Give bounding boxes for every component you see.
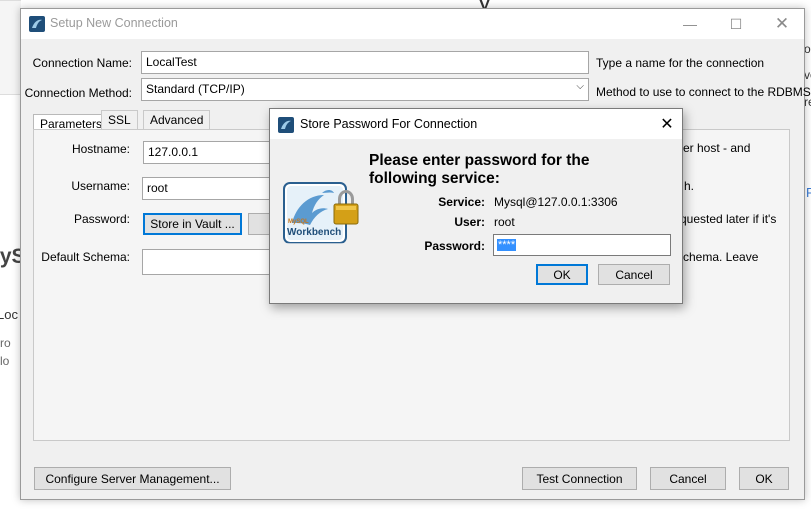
tab-ssl[interactable]: SSL [101,110,138,129]
service-label: Service: [438,195,485,209]
bg-right-fragment-1: o [804,42,811,56]
password-hint: quested later if it's [680,212,777,226]
user-value: root [494,215,515,229]
connection-name-input[interactable]: LocalTest [141,51,589,74]
password-input-value: **** [497,239,517,251]
password-prompt-line-1: Please enter password for the [369,152,590,169]
workbench-lock-logo: MySQL Workbench [282,179,359,259]
password-prompt-heading: Please enter password for the following … [369,152,590,188]
bg-connection-tile[interactable] [0,0,21,95]
dialog-title: Setup New Connection [50,16,178,30]
password-ok-button[interactable]: OK [536,264,588,285]
connection-name-hint: Type a name for the connection [596,56,765,70]
connection-method-label: Connection Method: [24,86,132,100]
connection-method-value: Standard (TCP/IP) [146,82,245,96]
bg-tile-user-fragment: ro [0,336,11,350]
connection-name-label: Connection Name: [32,56,132,70]
test-connection-button[interactable]: Test Connection [522,467,637,490]
logo-workbench-text: Workbench [287,227,342,238]
username-label: Username: [71,179,130,193]
store-password-dialog: Store Password For Connection ✕ MySQL Wo… [269,108,683,304]
bg-right-link-fragment[interactable]: F [806,185,811,200]
hostname-label: Hostname: [71,142,130,156]
maximize-icon[interactable]: ☐ [713,9,759,39]
user-label: User: [454,215,485,229]
connection-method-hint: Method to use to connect to the RDBMS [596,85,811,99]
connection-method-select[interactable]: Standard (TCP/IP) ⌵ [141,78,589,101]
password-dialog-title: Store Password For Connection [300,117,478,131]
password-dialog-titlebar: Store Password For Connection ✕ [270,109,682,139]
bg-right-fragment-2: ve [804,68,811,82]
minimize-icon[interactable]: — [667,9,713,39]
ok-button[interactable]: OK [739,467,789,490]
password-field-label: Password: [424,239,485,253]
workbench-app-icon [29,16,45,32]
hostname-input[interactable]: 127.0.0.1 [143,141,283,164]
password-prompt-line-2: following service: [369,170,500,187]
service-value: Mysql@127.0.0.1:3306 [494,195,618,209]
username-input[interactable]: root [142,177,282,200]
close-icon[interactable]: ✕ [759,9,805,39]
bg-tile-host-fragment: lo [0,354,10,368]
bg-tile-title-fragment: Loc [0,307,18,322]
dialog-titlebar: Setup New Connection — ☐ ✕ [21,9,804,39]
chevron-down-icon: ⌵ [576,81,584,92]
default-schema-label: Default Schema: [41,250,130,264]
hostname-hint: er host - and [683,141,751,155]
configure-server-management-button[interactable]: Configure Server Management... [34,467,231,490]
default-schema-hint: chema. Leave [683,250,759,264]
password-label: Password: [73,212,130,226]
tab-advanced[interactable]: Advanced [143,110,211,129]
password-cancel-button[interactable]: Cancel [598,264,670,285]
username-hint: h. [684,179,695,193]
cancel-button[interactable]: Cancel [650,467,726,490]
close-icon[interactable]: ✕ [652,109,682,139]
password-input[interactable]: **** [493,234,671,256]
workbench-app-icon [278,117,294,133]
logo-mysql-text: MySQL [288,219,309,225]
default-schema-input[interactable] [142,249,282,275]
store-in-vault-button[interactable]: Store in Vault ... [143,213,242,235]
